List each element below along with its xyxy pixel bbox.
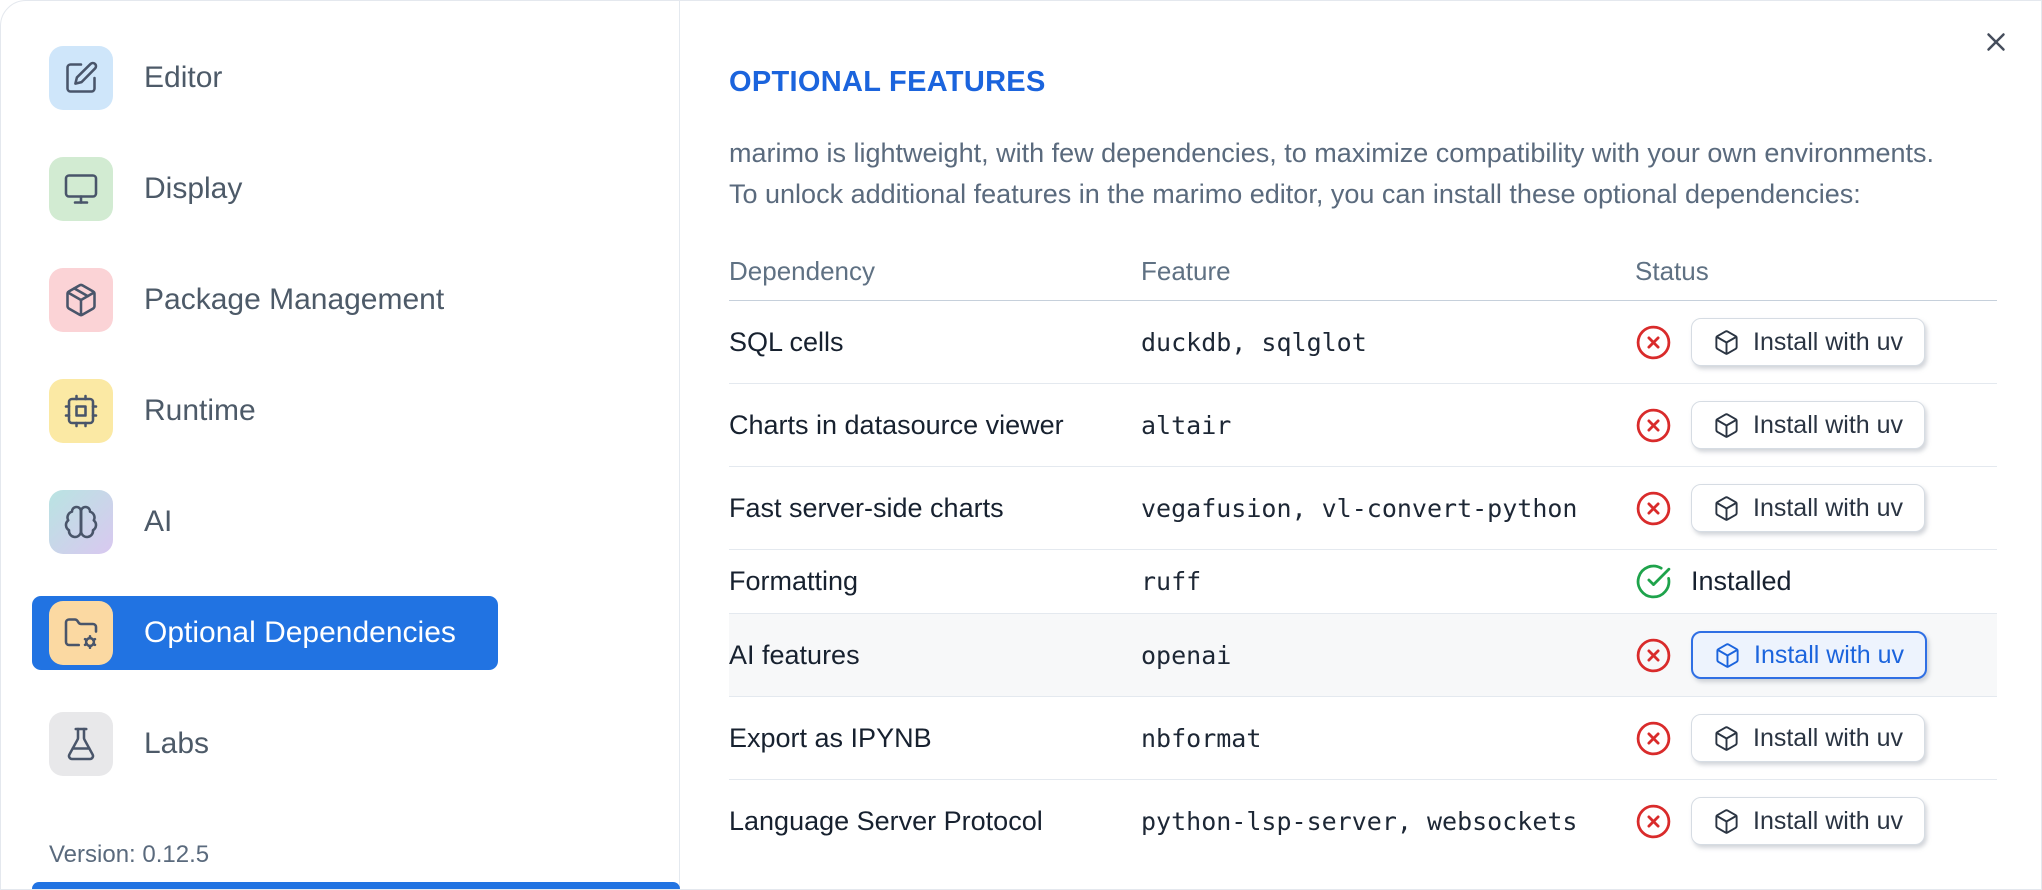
table-body: SQL cells duckdb, sqlglot Install with u…: [729, 301, 1997, 862]
edit-icon: [49, 46, 113, 110]
status-installed-icon: [1635, 563, 1672, 600]
dependencies-table: Dependency Feature Status SQL cells duck…: [729, 243, 1997, 862]
sidebar-item-ai[interactable]: AI: [32, 485, 498, 559]
column-header-feature: Feature: [1141, 256, 1231, 287]
table-row: Formatting ruff Install with uv Installe…: [729, 550, 1997, 615]
status-missing-icon: [1635, 637, 1672, 674]
table-row: Fast server-side charts vegafusion, vl-c…: [729, 467, 1997, 551]
feature-cell: altair: [1141, 410, 1232, 440]
feature-cell: python-lsp-server, websockets: [1141, 806, 1578, 836]
settings-sidebar: Editor Display Package Management Runtim…: [1, 1, 680, 889]
dependency-cell: Fast server-side charts: [729, 492, 1004, 523]
dependency-cell: Language Server Protocol: [729, 805, 1043, 836]
status-cell: Install with uv Installed: [1635, 301, 1997, 383]
status-missing-icon: [1635, 720, 1672, 757]
sidebar-item-package-management[interactable]: Package Management: [32, 263, 498, 337]
sidebar-item-label: Display: [144, 172, 243, 205]
sidebar-item-display[interactable]: Display: [32, 152, 498, 226]
status-cell: Install with uv Installed: [1635, 550, 1997, 613]
table-row: Charts in datasource viewer altair Insta…: [729, 384, 1997, 468]
install-with-uv-button[interactable]: Install with uv: [1691, 401, 1926, 450]
install-with-uv-button[interactable]: Install with uv: [1691, 714, 1926, 763]
table-row: Language Server Protocol python-lsp-serv…: [729, 780, 1997, 862]
sidebar-item-label: AI: [144, 505, 173, 538]
sidebar-item-labs[interactable]: Labs: [32, 707, 498, 781]
installed-label: Installed: [1691, 566, 1792, 597]
feature-cell: openai: [1141, 640, 1232, 670]
package-box-icon: [1713, 495, 1740, 522]
dependency-cell: SQL cells: [729, 326, 844, 357]
status-missing-icon: [1635, 324, 1672, 361]
sidebar-item-label: Runtime: [144, 394, 256, 427]
sidebar-item-partially-visible: [32, 882, 680, 889]
dependency-cell: Export as IPYNB: [729, 722, 932, 753]
status-cell: Install with uv Installed: [1635, 467, 1997, 549]
dependency-cell: Charts in datasource viewer: [729, 409, 1064, 440]
package-box-icon: [1713, 329, 1740, 356]
column-header-status: Status: [1635, 256, 1709, 287]
flask-icon: [49, 712, 113, 776]
settings-dialog: Editor Display Package Management Runtim…: [0, 0, 2042, 890]
sidebar-item-editor[interactable]: Editor: [32, 41, 498, 115]
package-box-icon: [1713, 412, 1740, 439]
sidebar-item-label: Labs: [144, 727, 210, 760]
status-cell: Install with uv Installed: [1635, 384, 1997, 466]
package-box-icon: [1713, 808, 1740, 835]
brain-icon: [49, 490, 113, 554]
status-cell: Install with uv Installed: [1635, 697, 1997, 779]
sidebar-item-optional-dependencies[interactable]: Optional Dependencies: [32, 596, 498, 670]
monitor-icon: [49, 157, 113, 221]
sidebar-item-label: Optional Dependencies: [144, 616, 456, 649]
feature-cell: nbformat: [1141, 723, 1262, 753]
install-with-uv-button[interactable]: Install with uv: [1691, 484, 1926, 533]
install-with-uv-button[interactable]: Install with uv: [1691, 318, 1926, 367]
status-missing-icon: [1635, 490, 1672, 527]
install-with-uv-button[interactable]: Install with uv: [1691, 631, 1928, 680]
table-row: Export as IPYNB nbformat Install with uv…: [729, 697, 1997, 781]
status-missing-icon: [1635, 407, 1672, 444]
close-icon[interactable]: [1977, 23, 2015, 61]
status-missing-icon: [1635, 803, 1672, 840]
package-box-icon: [1714, 642, 1741, 669]
sidebar-item-label: Editor: [144, 61, 223, 94]
package-icon: [49, 268, 113, 332]
description-text: marimo is lightweight, with few dependen…: [729, 138, 1935, 210]
dependency-cell: AI features: [729, 639, 860, 670]
version-label: Version: 0.12.5: [49, 841, 210, 868]
dependency-cell: Formatting: [729, 566, 859, 597]
status-cell: Install with uv Installed: [1635, 780, 1997, 862]
column-header-dependency: Dependency: [729, 256, 875, 287]
optional-features-panel: OPTIONAL FEATURES marimo is lightweight,…: [680, 1, 2041, 889]
feature-cell: vegafusion, vl-convert-python: [1141, 493, 1578, 523]
install-with-uv-button[interactable]: Install with uv: [1691, 797, 1926, 846]
feature-cell: duckdb, sqlglot: [1141, 327, 1367, 357]
cpu-icon: [49, 379, 113, 443]
sidebar-item-list: Editor Display Package Management Runtim…: [32, 41, 679, 781]
status-cell: Install with uv Installed: [1635, 614, 1997, 696]
feature-cell: ruff: [1141, 567, 1202, 597]
page-title: OPTIONAL FEATURES: [729, 66, 1046, 99]
table-row: AI features openai Install with uv Insta…: [729, 614, 1997, 698]
package-box-icon: [1713, 725, 1740, 752]
table-row: SQL cells duckdb, sqlglot Install with u…: [729, 301, 1997, 385]
sidebar-item-runtime[interactable]: Runtime: [32, 374, 498, 448]
sidebar-item-label: Package Management: [144, 283, 445, 316]
table-header-row: Dependency Feature Status: [729, 243, 1997, 302]
folder-cog-icon: [49, 601, 113, 665]
